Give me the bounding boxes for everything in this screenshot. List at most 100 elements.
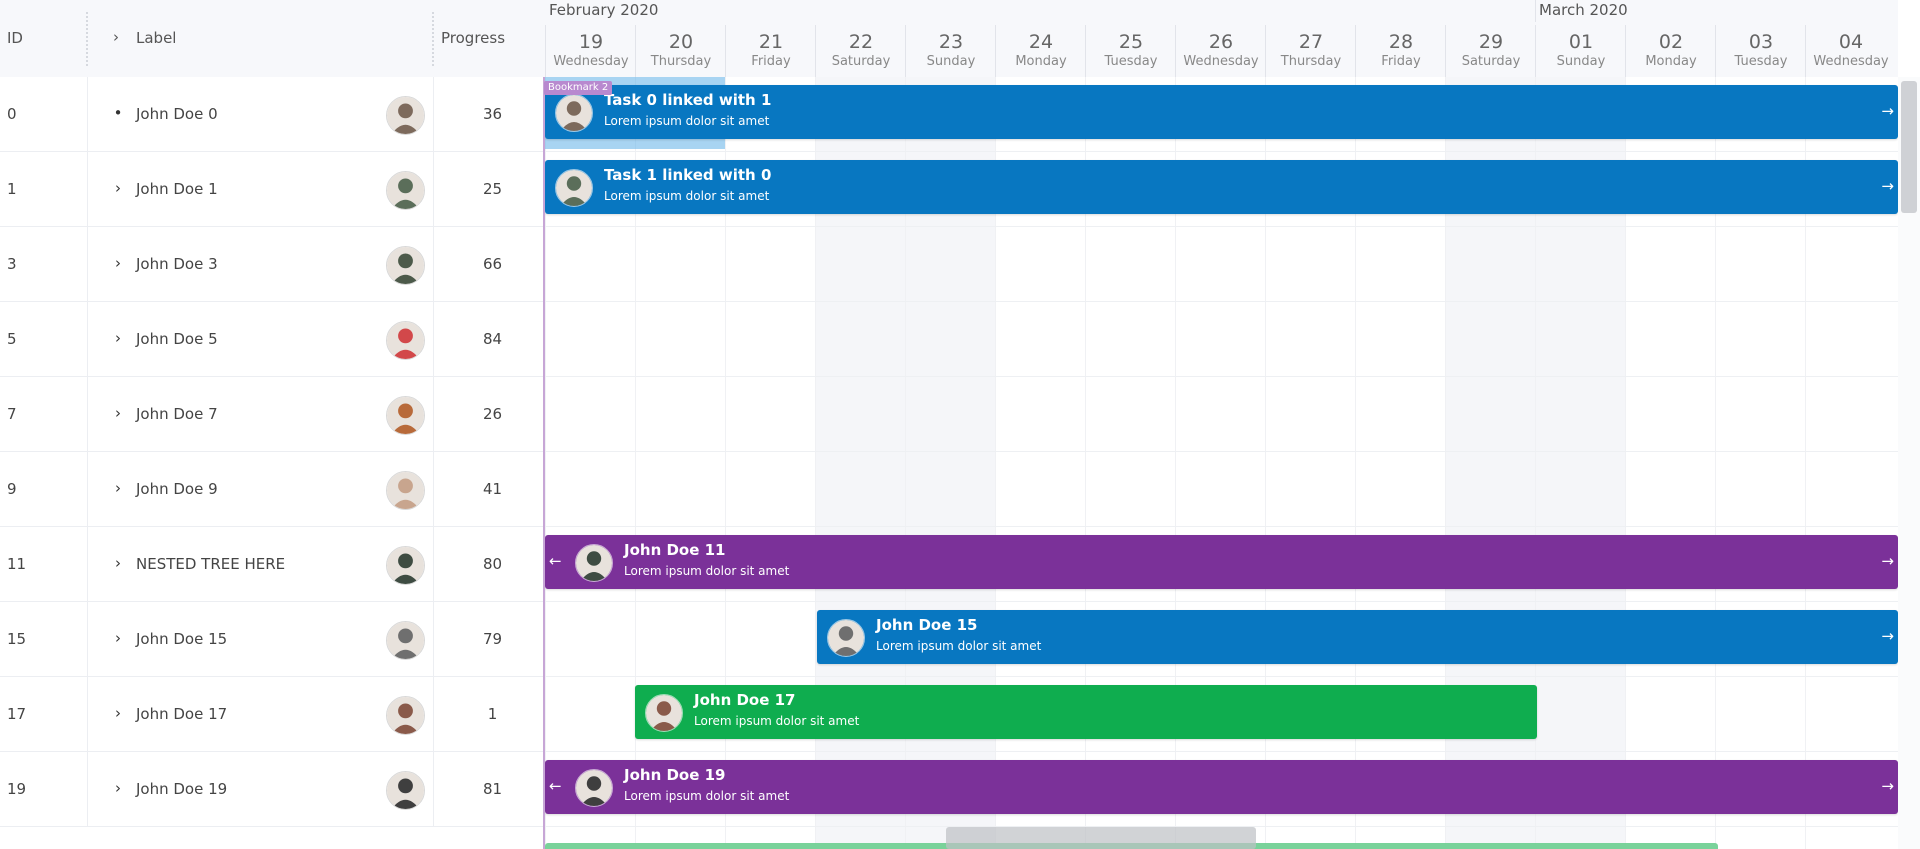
expand-chevron-icon[interactable]: ›	[112, 479, 124, 497]
day-header[interactable]: 02 Monday	[1625, 25, 1716, 77]
expand-all-chevron-icon[interactable]: ›	[113, 28, 119, 46]
month-divider	[1535, 0, 1536, 22]
column-resize-handle[interactable]	[432, 12, 434, 66]
arrow-left-icon[interactable]: ←	[549, 777, 562, 795]
vertical-scrollbar[interactable]	[1898, 77, 1920, 849]
task-bar[interactable]: Task 1 linked with 0 Lorem ipsum dolor si…	[545, 160, 1898, 214]
table-row[interactable]: 19 › John Doe 19 81	[0, 752, 545, 827]
day-weekday: Saturday	[1461, 54, 1521, 69]
day-header[interactable]: 19 Wednesday	[545, 25, 636, 77]
expand-chevron-icon[interactable]: ›	[112, 329, 124, 347]
day-weekday: Tuesday	[1104, 54, 1158, 69]
task-subtitle: Lorem ipsum dolor sit amet	[624, 789, 790, 803]
row-id: 0	[7, 105, 17, 123]
expand-chevron-icon[interactable]: ›	[112, 629, 124, 647]
cell-divider	[87, 752, 88, 826]
table-row[interactable]: 7 › John Doe 7 26	[0, 377, 545, 452]
table-row[interactable]: 11 › NESTED TREE HERE 80	[0, 527, 545, 602]
expand-chevron-icon[interactable]: ›	[112, 254, 124, 272]
day-weekday: Wednesday	[1183, 54, 1259, 69]
day-header[interactable]: 27 Thursday	[1265, 25, 1356, 77]
row-progress: 66	[482, 255, 503, 273]
cell-divider	[87, 152, 88, 226]
arrow-right-icon[interactable]: →	[1881, 627, 1894, 645]
day-header[interactable]: 03 Tuesday	[1715, 25, 1806, 77]
day-weekday: Sunday	[926, 54, 976, 69]
day-weekday: Wednesday	[1813, 54, 1889, 69]
day-header[interactable]: 26 Wednesday	[1175, 25, 1266, 77]
expand-chevron-icon[interactable]: ›	[112, 779, 124, 797]
day-number: 29	[1478, 31, 1504, 53]
arrow-left-icon[interactable]: ←	[549, 552, 562, 570]
cell-divider	[433, 377, 434, 451]
arrow-right-icon[interactable]: →	[1881, 102, 1894, 120]
avatar	[386, 621, 425, 660]
header-label[interactable]: Label	[136, 29, 176, 47]
row-label: John Doe 7	[136, 405, 218, 423]
day-number: 22	[848, 31, 874, 53]
column-resize-handle[interactable]	[86, 12, 88, 66]
avatar	[386, 696, 425, 735]
row-label: John Doe 5	[136, 330, 218, 348]
day-header[interactable]: 04 Wednesday	[1805, 25, 1896, 77]
task-bar[interactable]: John Doe 11 Lorem ipsum dolor sit amet ← →	[545, 535, 1898, 589]
day-weekday: Sunday	[1556, 54, 1606, 69]
arrow-right-icon[interactable]: →	[1881, 177, 1894, 195]
row-id: 9	[7, 480, 17, 498]
vertical-scrollbar-thumb[interactable]	[1901, 81, 1917, 213]
table-body: 0 • John Doe 0 36 1 › John Doe 1 25 3 › John Doe 3…	[0, 77, 545, 849]
row-id: 7	[7, 405, 17, 423]
task-title: Task 0 linked with 1	[604, 91, 772, 109]
cell-divider	[87, 302, 88, 376]
table-row[interactable]: 9 › John Doe 9 41	[0, 452, 545, 527]
bullet-icon[interactable]: •	[112, 104, 124, 122]
day-header[interactable]: 20 Thursday	[635, 25, 726, 77]
day-header[interactable]: 22 Saturday	[815, 25, 906, 77]
header-id[interactable]: ID	[7, 29, 23, 47]
arrow-right-icon[interactable]: →	[1881, 552, 1894, 570]
horizontal-scrollbar-thumb[interactable]	[946, 827, 1256, 849]
day-header[interactable]: 29 Saturday	[1445, 25, 1536, 77]
day-header[interactable]: 01 Sunday	[1535, 25, 1626, 77]
expand-chevron-icon[interactable]: ›	[112, 704, 124, 722]
arrow-right-icon[interactable]: →	[1881, 777, 1894, 795]
day-weekday: Monday	[1645, 54, 1697, 69]
cell-divider	[433, 77, 434, 151]
bookmark-badge[interactable]: Bookmark 2	[544, 81, 613, 95]
table-row[interactable]: 15 › John Doe 15 79	[0, 602, 545, 677]
task-title: Task 1 linked with 0	[604, 166, 772, 184]
avatar	[386, 471, 425, 510]
table-row[interactable]: 0 • John Doe 0 36	[0, 77, 545, 152]
day-header[interactable]: 28 Friday	[1355, 25, 1446, 77]
table-row[interactable]: 17 › John Doe 17 1	[0, 677, 545, 752]
row-label: NESTED TREE HERE	[136, 555, 286, 573]
expand-chevron-icon[interactable]: ›	[112, 554, 124, 572]
row-progress: 1	[487, 705, 498, 723]
expand-chevron-icon[interactable]: ›	[112, 179, 124, 197]
table-row[interactable]: 1 › John Doe 1 25	[0, 152, 545, 227]
table-row[interactable]: 3 › John Doe 3 66	[0, 227, 545, 302]
row-progress: 80	[482, 555, 503, 573]
cell-divider	[433, 602, 434, 676]
task-bar[interactable]: John Doe 19 Lorem ipsum dolor sit amet ← →	[545, 760, 1898, 814]
day-header[interactable]: 25 Tuesday	[1085, 25, 1176, 77]
day-header[interactable]: 24 Monday	[995, 25, 1086, 77]
row-id: 19	[7, 780, 27, 798]
header-progress[interactable]: Progress	[441, 29, 505, 47]
cell-divider	[87, 602, 88, 676]
table-row[interactable]: 5 › John Doe 5 84	[0, 302, 545, 377]
day-weekday: Wednesday	[553, 54, 629, 69]
row-id: 5	[7, 330, 17, 348]
task-subtitle: Lorem ipsum dolor sit amet	[604, 189, 770, 203]
row-progress: 36	[482, 105, 503, 123]
task-bar[interactable]: Task 0 linked with 1 Lorem ipsum dolor si…	[545, 85, 1898, 139]
avatar	[575, 544, 613, 582]
day-header[interactable]: 23 Sunday	[905, 25, 996, 77]
day-number: 28	[1388, 31, 1414, 53]
task-bar[interactable]: John Doe 15 Lorem ipsum dolor sit amet →	[817, 610, 1898, 664]
day-header[interactable]: 21 Friday	[725, 25, 816, 77]
cell-divider	[87, 677, 88, 751]
expand-chevron-icon[interactable]: ›	[112, 404, 124, 422]
task-bar[interactable]: John Doe 17 Lorem ipsum dolor sit amet	[635, 685, 1537, 739]
avatar	[386, 246, 425, 285]
